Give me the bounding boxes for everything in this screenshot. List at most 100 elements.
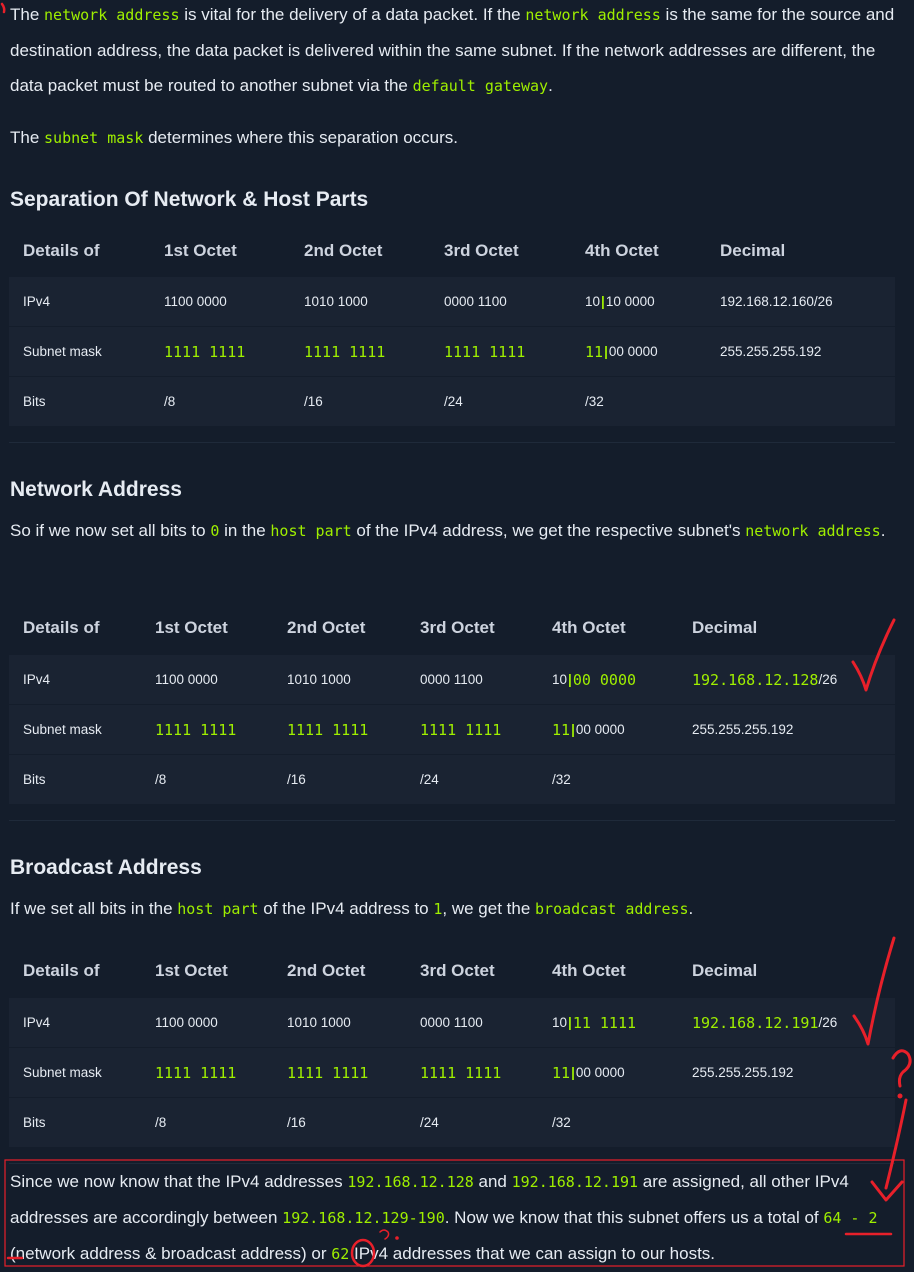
table-cell: Subnet mask xyxy=(23,705,102,754)
table-cell: /24 xyxy=(420,755,439,804)
conclusion-paragraph: Since we now know that the IPv4 addresse… xyxy=(10,1164,900,1272)
table-cell: 0000 1100 xyxy=(444,277,507,326)
table-cell: 1111 1111 xyxy=(287,1048,368,1097)
text-run: IPv4 addresses that we can assign to our… xyxy=(349,1244,716,1263)
cell-text: 1010 1000 xyxy=(304,294,368,309)
column-header: 1st Octet xyxy=(155,618,228,637)
code-highlight: network address xyxy=(745,522,881,540)
table-cell: Subnet mask xyxy=(23,327,102,376)
cell-text: Bits xyxy=(23,1115,46,1130)
cell-text: 00 0000 xyxy=(608,344,658,359)
code-highlight: 0 xyxy=(210,522,220,540)
table-cell: Bits xyxy=(23,377,46,426)
text-run: (network address & broadcast address) or xyxy=(10,1244,332,1263)
cell-text: 1111 1111 xyxy=(155,720,237,739)
table-header-row: Details of 1st Octet 2nd Octet 3rd Octet 4th… xyxy=(9,944,895,998)
code-highlight: host part xyxy=(177,900,259,918)
table-cell: 10 | 10 0000 xyxy=(585,277,655,326)
cell-text: 10 0000 xyxy=(605,294,655,309)
table-row: Subnet mask 1111 1111 1111 1111 1111 1111 11… xyxy=(9,327,895,376)
column-header: 4th Octet xyxy=(552,618,626,637)
column-header: 3rd Octet xyxy=(420,618,495,637)
cell-text: Subnet mask xyxy=(23,344,102,359)
table-cell: /24 xyxy=(444,377,463,426)
code-highlight: 62 xyxy=(331,1245,350,1263)
table-cell: Bits xyxy=(23,755,46,804)
column-header: Decimal xyxy=(692,618,758,637)
cell-text: /8 xyxy=(155,772,167,787)
table-header-row: Details of 1st Octet 2nd Octet 3rd Octet 4th… xyxy=(9,601,895,655)
cell-text: 1111 1111 xyxy=(420,720,502,739)
text-run: . Now we know that this subnet offers us… xyxy=(444,1208,824,1227)
cell-text: /16 xyxy=(287,772,306,787)
cell-text: 255.255.255.192 xyxy=(692,722,794,737)
code-highlight: network address xyxy=(44,6,180,24)
code-highlight: 64 - 2 xyxy=(823,1209,878,1227)
cell-text: 0000 1100 xyxy=(444,294,507,309)
table-row: Bits/8/16/24/32 xyxy=(9,1098,895,1147)
table-cell: 1111 1111 xyxy=(420,1048,501,1097)
cell-text: 11 xyxy=(552,1063,571,1082)
table-cell: 1010 1000 xyxy=(287,998,351,1047)
text-run: . xyxy=(688,899,694,918)
intro-paragraph-2: The subnet mask determines where this se… xyxy=(10,120,900,156)
cell-text: 10 xyxy=(585,294,601,309)
broadcast-address-paragraph: If we set all bits in the host part of t… xyxy=(10,891,900,927)
cell-text: 1100 0000 xyxy=(155,672,218,687)
code-highlight: 192.168.12.129-190 xyxy=(282,1209,445,1227)
cell-text: 1111 1111 xyxy=(287,1063,369,1082)
column-header: Decimal xyxy=(692,961,758,980)
cell-text: /24 xyxy=(444,394,463,409)
table-cell: 1100 0000 xyxy=(155,655,218,704)
column-header: 4th Octet xyxy=(585,241,659,260)
cell-text: /26 xyxy=(818,1015,838,1030)
cell-text: 0000 1100 xyxy=(420,672,483,687)
text-run: So if we now set all bits to xyxy=(10,521,211,540)
table-cell: 255.255.255.192 xyxy=(692,705,793,754)
table-cell: 1111 1111 xyxy=(304,327,385,376)
table-cell: 10 | 11 1111 xyxy=(552,998,636,1047)
table-cell: /32 xyxy=(585,377,604,426)
table-cell: /8 xyxy=(155,1098,166,1147)
table-cell: /32 xyxy=(552,1098,571,1147)
cell-text: 11 xyxy=(552,720,571,739)
cell-text: 1111 1111 xyxy=(420,1063,502,1082)
column-header: 3rd Octet xyxy=(444,241,519,260)
text-run: If we set all bits in the xyxy=(10,899,178,918)
table-cell: /16 xyxy=(287,1098,306,1147)
cell-text: /16 xyxy=(287,1115,306,1130)
cell-text: 255.255.255.192 xyxy=(720,344,822,359)
code-highlight: default gateway xyxy=(412,77,549,95)
cell-text: 1111 1111 xyxy=(287,720,369,739)
cell-text: /32 xyxy=(552,1115,571,1130)
cell-text: 192.168.12.191 xyxy=(692,1013,819,1032)
cell-text: 255.255.255.192 xyxy=(692,1065,794,1080)
heading-broadcast-address: Broadcast Address xyxy=(10,856,202,879)
column-header: Details of xyxy=(23,618,100,637)
cell-text: 10 xyxy=(552,672,568,687)
cell-text: 1111 1111 xyxy=(444,342,526,361)
cell-text: IPv4 xyxy=(23,672,51,687)
table-cell: 11 | 00 0000 xyxy=(552,1048,625,1097)
text-run: determines where this separation occurs. xyxy=(143,128,459,147)
table-cell: 11 | 00 0000 xyxy=(552,705,625,754)
table-row: Subnet mask 1111 1111 1111 1111 1111 1111 11… xyxy=(9,705,895,754)
table-cell: Subnet mask xyxy=(23,1048,102,1097)
table-cell: 1100 0000 xyxy=(164,277,227,326)
table-cell: /8 xyxy=(155,755,166,804)
network-address-paragraph: So if we now set all bits to 0 in the ho… xyxy=(10,513,900,549)
table-cell: 192.168.12.128/26 xyxy=(692,655,837,704)
question-mark-dot xyxy=(897,1093,903,1099)
cell-text: 1100 0000 xyxy=(164,294,227,309)
corner-mark xyxy=(0,2,6,14)
column-header: Details of xyxy=(23,241,100,260)
text-run: Since we now know that the IPv4 addresse… xyxy=(10,1172,348,1191)
text-run: . xyxy=(880,521,886,540)
table-cell: 1111 1111 xyxy=(420,705,501,754)
cell-text: 192.168.12.160/26 xyxy=(720,294,833,309)
table-cell: 1111 1111 xyxy=(155,1048,236,1097)
table-row: Bits/8/16/24/32 xyxy=(9,377,895,426)
text-run: of the IPv4 address, we get the respecti… xyxy=(351,521,746,540)
table-cell: IPv4 xyxy=(23,655,50,704)
cell-text: Bits xyxy=(23,394,46,409)
